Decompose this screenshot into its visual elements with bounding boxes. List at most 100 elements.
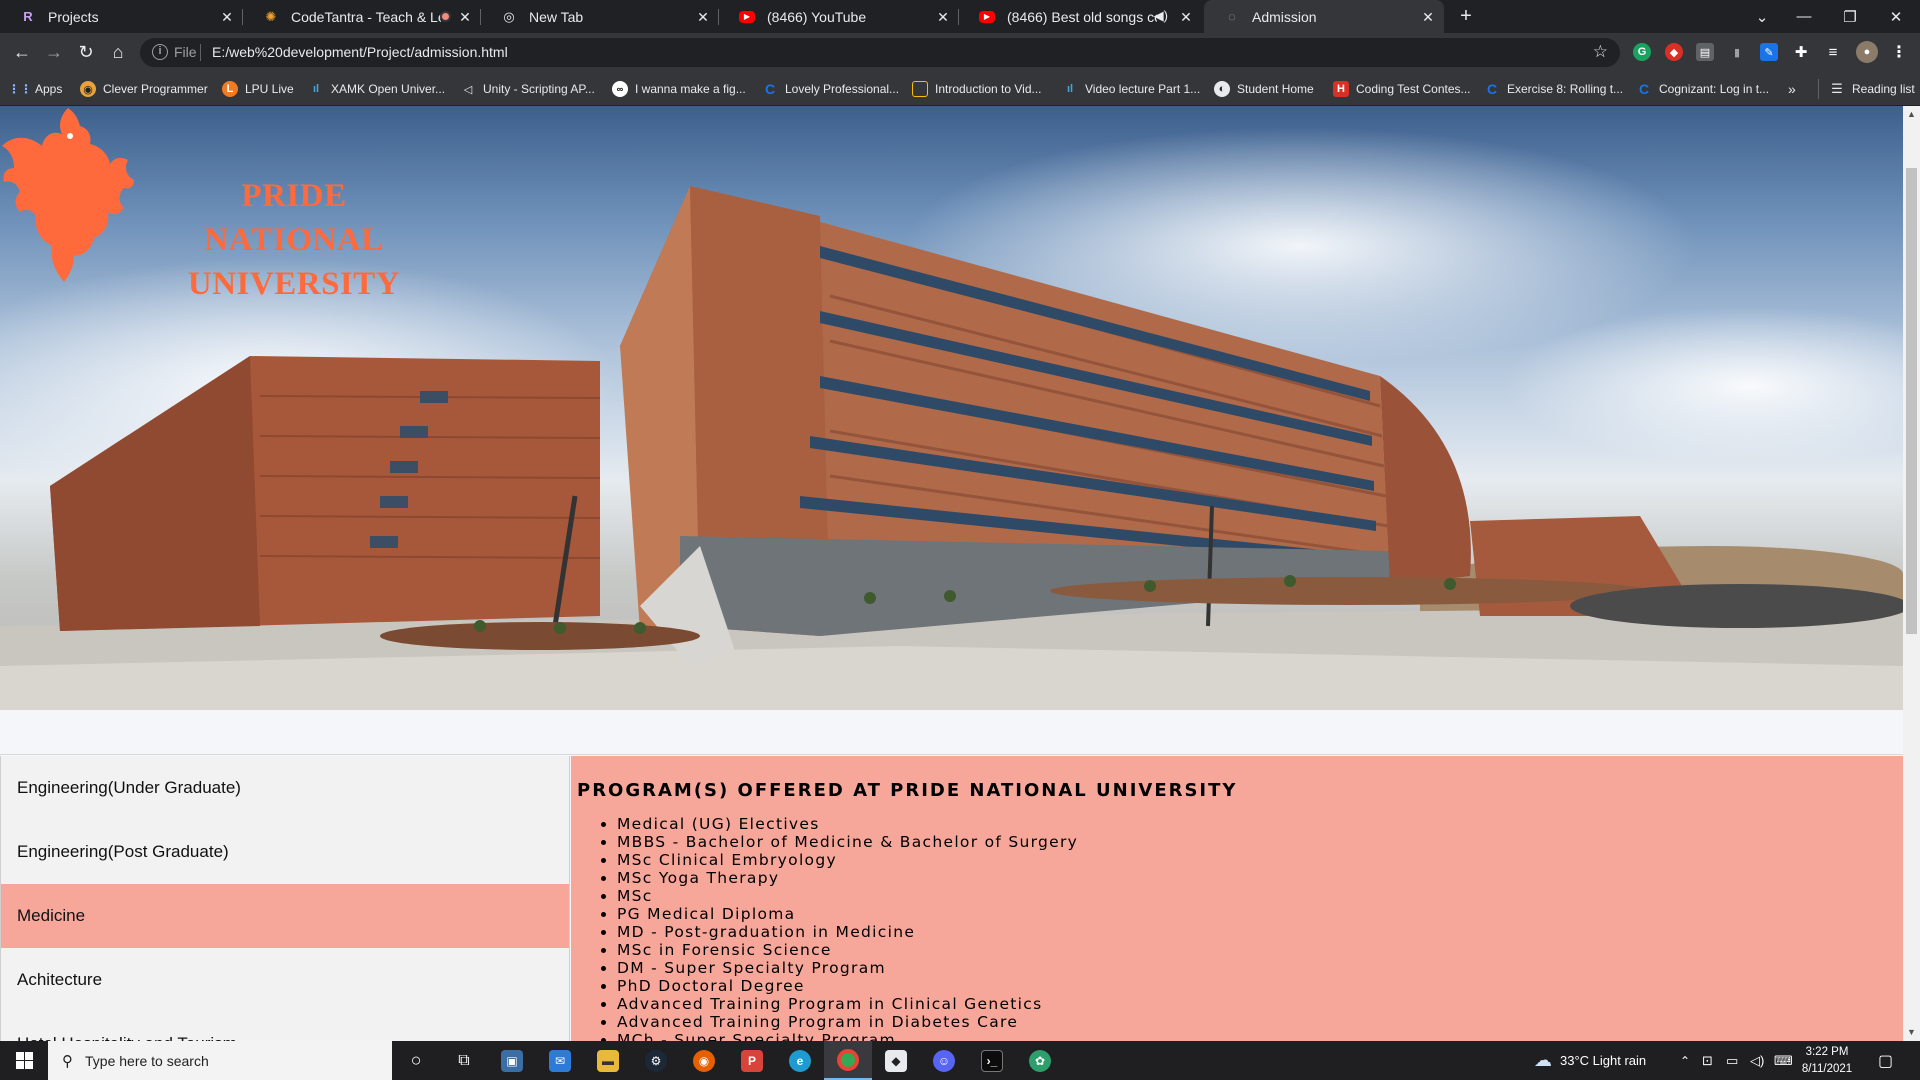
extensions-puzzle-icon[interactable]: ✚ [1792, 43, 1810, 61]
extension-copy-icon[interactable]: ▤ [1696, 43, 1714, 61]
tab-new-tab[interactable]: ◎ New Tab ✕ [481, 0, 719, 33]
scrollbar-thumb[interactable] [1906, 168, 1917, 634]
tab-codetantra[interactable]: ✺ CodeTantra - Teach & Learn ✕ [243, 0, 481, 33]
unity-app-icon[interactable]: ◆ [872, 1041, 920, 1080]
cortana-icon[interactable]: ○ [392, 1041, 440, 1080]
youtube-favicon-icon: ▶ [739, 10, 755, 23]
bookmark-clever-programmer[interactable]: ◉ Clever Programmer [80, 72, 208, 106]
bookmark-lpu-live[interactable]: L LPU Live [222, 72, 294, 106]
bookmark-exercise-rolling[interactable]: C Exercise 8: Rolling t... [1484, 72, 1623, 106]
back-button[interactable]: ← [6, 36, 38, 68]
close-tab-icon[interactable]: ✕ [457, 9, 473, 25]
sidebar-item-architecture[interactable]: Achitecture [1, 948, 569, 1012]
tray-chevron-icon[interactable]: ⌃ [1680, 1041, 1690, 1080]
taskbar-search-box[interactable]: ⚲ Type here to search [48, 1041, 392, 1080]
keyboard-icon[interactable]: ⌨ [1774, 1041, 1793, 1080]
bookmark-xamk[interactable]: ıl XAMK Open Univer... [308, 72, 445, 106]
eagle-logo-icon [2, 108, 134, 282]
p-app-icon[interactable]: P [728, 1041, 776, 1080]
mail-app-icon[interactable]: ✉ [536, 1041, 584, 1080]
tab-youtube[interactable]: ▶ (8466) YouTube ✕ [719, 0, 959, 33]
sidebar-item-hotel-hospitality[interactable]: Hotel Hospitality and Tourism [1, 1012, 569, 1041]
bookmark-introduction-to-vid[interactable]: Introduction to Vid... [912, 72, 1042, 106]
page-scrollbar[interactable]: ▲ ▼ [1903, 106, 1920, 1041]
system-clock[interactable]: 3:22 PM 8/11/2021 [1792, 1044, 1862, 1078]
tab-search-icon[interactable]: ⌄ [1740, 0, 1784, 33]
restore-button[interactable]: ❐ [1828, 0, 1872, 33]
weather-widget[interactable]: ☁ 33°C Light rain [1534, 1041, 1646, 1080]
tab-title: CodeTantra - Teach & Learn [291, 8, 441, 25]
close-tab-icon[interactable]: ✕ [1178, 9, 1194, 25]
chrome-menu-icon[interactable]: ⋮ [1890, 43, 1908, 61]
projects-favicon-icon: R [23, 9, 33, 24]
bookmark-label: Student Home [1237, 82, 1314, 96]
close-tab-icon[interactable]: ✕ [219, 9, 235, 25]
close-tab-icon[interactable]: ✕ [935, 9, 951, 25]
coding-test-icon: H [1333, 81, 1349, 97]
bookmark-unity-scripting[interactable]: ◁ Unity - Scripting AP... [460, 72, 595, 106]
volume-icon[interactable]: ◁) [1750, 1041, 1764, 1080]
bookmark-i-wanna-make[interactable]: ∞ I wanna make a fig... [612, 72, 746, 106]
file-explorer-icon[interactable]: ▬ [584, 1041, 632, 1080]
green-app-icon[interactable]: ✿ [1016, 1041, 1064, 1080]
start-button[interactable] [0, 1041, 48, 1080]
bookmark-star-icon[interactable]: ☆ [1593, 42, 1608, 62]
sidebar-item-engineering-ug[interactable]: Engineering(Under Graduate) [1, 756, 569, 820]
codetantra-favicon-icon: ✺ [265, 8, 277, 24]
close-tab-icon[interactable]: ✕ [695, 9, 711, 25]
bookmark-lovely-professional[interactable]: C Lovely Professional... [762, 72, 899, 106]
terminal-app-icon[interactable]: ›_ [968, 1041, 1016, 1080]
minimize-button[interactable]: — [1782, 0, 1826, 33]
address-bar[interactable]: i File E:/web%20development/Project/admi… [140, 38, 1620, 67]
browser-toolbar: ← → ↻ ⌂ i File E:/web%20development/Proj… [0, 33, 1920, 72]
reload-button[interactable]: ↻ [70, 36, 102, 68]
list-item: MD - Post-graduation in Medicine [617, 923, 1903, 941]
scroll-down-icon[interactable]: ▼ [1903, 1024, 1920, 1041]
close-window-button[interactable]: ✕ [1874, 0, 1918, 33]
media-control-icon[interactable]: ≡ [1824, 43, 1842, 61]
tab-projects[interactable]: R Projects ✕ [0, 0, 243, 33]
steam-app-icon[interactable]: ⚙ [632, 1041, 680, 1080]
unity-icon: ◁ [463, 83, 473, 96]
tab-best-old-songs[interactable]: ▶ (8466) Best old songs collect ◀) ✕ [959, 0, 1202, 33]
bookmark-student-home[interactable]: ◐ Student Home [1214, 72, 1314, 106]
bookmark-coding-test[interactable]: H Coding Test Contes... [1333, 72, 1471, 106]
new-tab-button[interactable]: + [1444, 0, 1488, 33]
hero-banner: PRIDE NATIONAL UNIVERSITY [0, 106, 1903, 710]
profile-avatar[interactable]: ● [1856, 41, 1878, 63]
reading-list-button[interactable]: ☰ Reading list [1818, 79, 1915, 99]
firefox-app-icon[interactable]: ◉ [680, 1041, 728, 1080]
address-url[interactable]: E:/web%20development/Project/admission.h… [212, 44, 508, 60]
extension-red-icon[interactable]: ◆ [1665, 43, 1683, 61]
network-icon[interactable]: ▭ [1726, 1041, 1738, 1080]
grammarly-extension-icon[interactable]: G [1633, 43, 1651, 61]
discord-app-icon[interactable]: ☺ [920, 1041, 968, 1080]
home-button[interactable]: ⌂ [102, 36, 134, 68]
edge-app-icon[interactable]: e [776, 1041, 824, 1080]
address-scheme: File [174, 44, 197, 60]
close-tab-icon[interactable]: ✕ [1420, 9, 1436, 25]
bookmark-label: Cognizant: Log in t... [1659, 82, 1770, 96]
forward-button[interactable]: → [38, 36, 70, 68]
more-bookmarks-button[interactable]: » [1788, 72, 1796, 106]
bookmark-video-lecture[interactable]: ıl Video lecture Part 1... [1062, 72, 1200, 106]
sidebar-item-medicine[interactable]: Medicine [1, 884, 569, 948]
extension-dropper-icon[interactable]: ▮ [1728, 43, 1746, 61]
bookmark-label: LPU Live [245, 82, 294, 96]
site-info-icon[interactable]: i [152, 44, 168, 60]
tab-admission[interactable]: ◌ Admission ✕ [1204, 0, 1444, 33]
bookmark-apps[interactable]: ⋮⋮ Apps [8, 72, 62, 106]
chrome-app-icon[interactable] [824, 1041, 872, 1080]
bookmark-label: Exercise 8: Rolling t... [1507, 82, 1624, 96]
store-app-icon[interactable]: ▣ [488, 1041, 536, 1080]
tray-app-icon[interactable]: ⊡ [1702, 1041, 1713, 1080]
notification-icon[interactable]: ▢ [1878, 1041, 1893, 1080]
audio-playing-icon[interactable]: ◀) [1154, 8, 1168, 24]
bookmark-cognizant[interactable]: C Cognizant: Log in t... [1636, 72, 1769, 106]
search-icon: ⚲ [62, 1052, 73, 1070]
sidebar-item-engineering-pg[interactable]: Engineering(Post Graduate) [1, 820, 569, 884]
task-view-icon[interactable]: ⧉ [440, 1041, 488, 1080]
extension-blue-icon[interactable]: ✎ [1760, 43, 1778, 61]
university-logo-text: PRIDE NATIONAL UNIVERSITY [154, 174, 434, 306]
scroll-up-icon[interactable]: ▲ [1903, 106, 1920, 123]
